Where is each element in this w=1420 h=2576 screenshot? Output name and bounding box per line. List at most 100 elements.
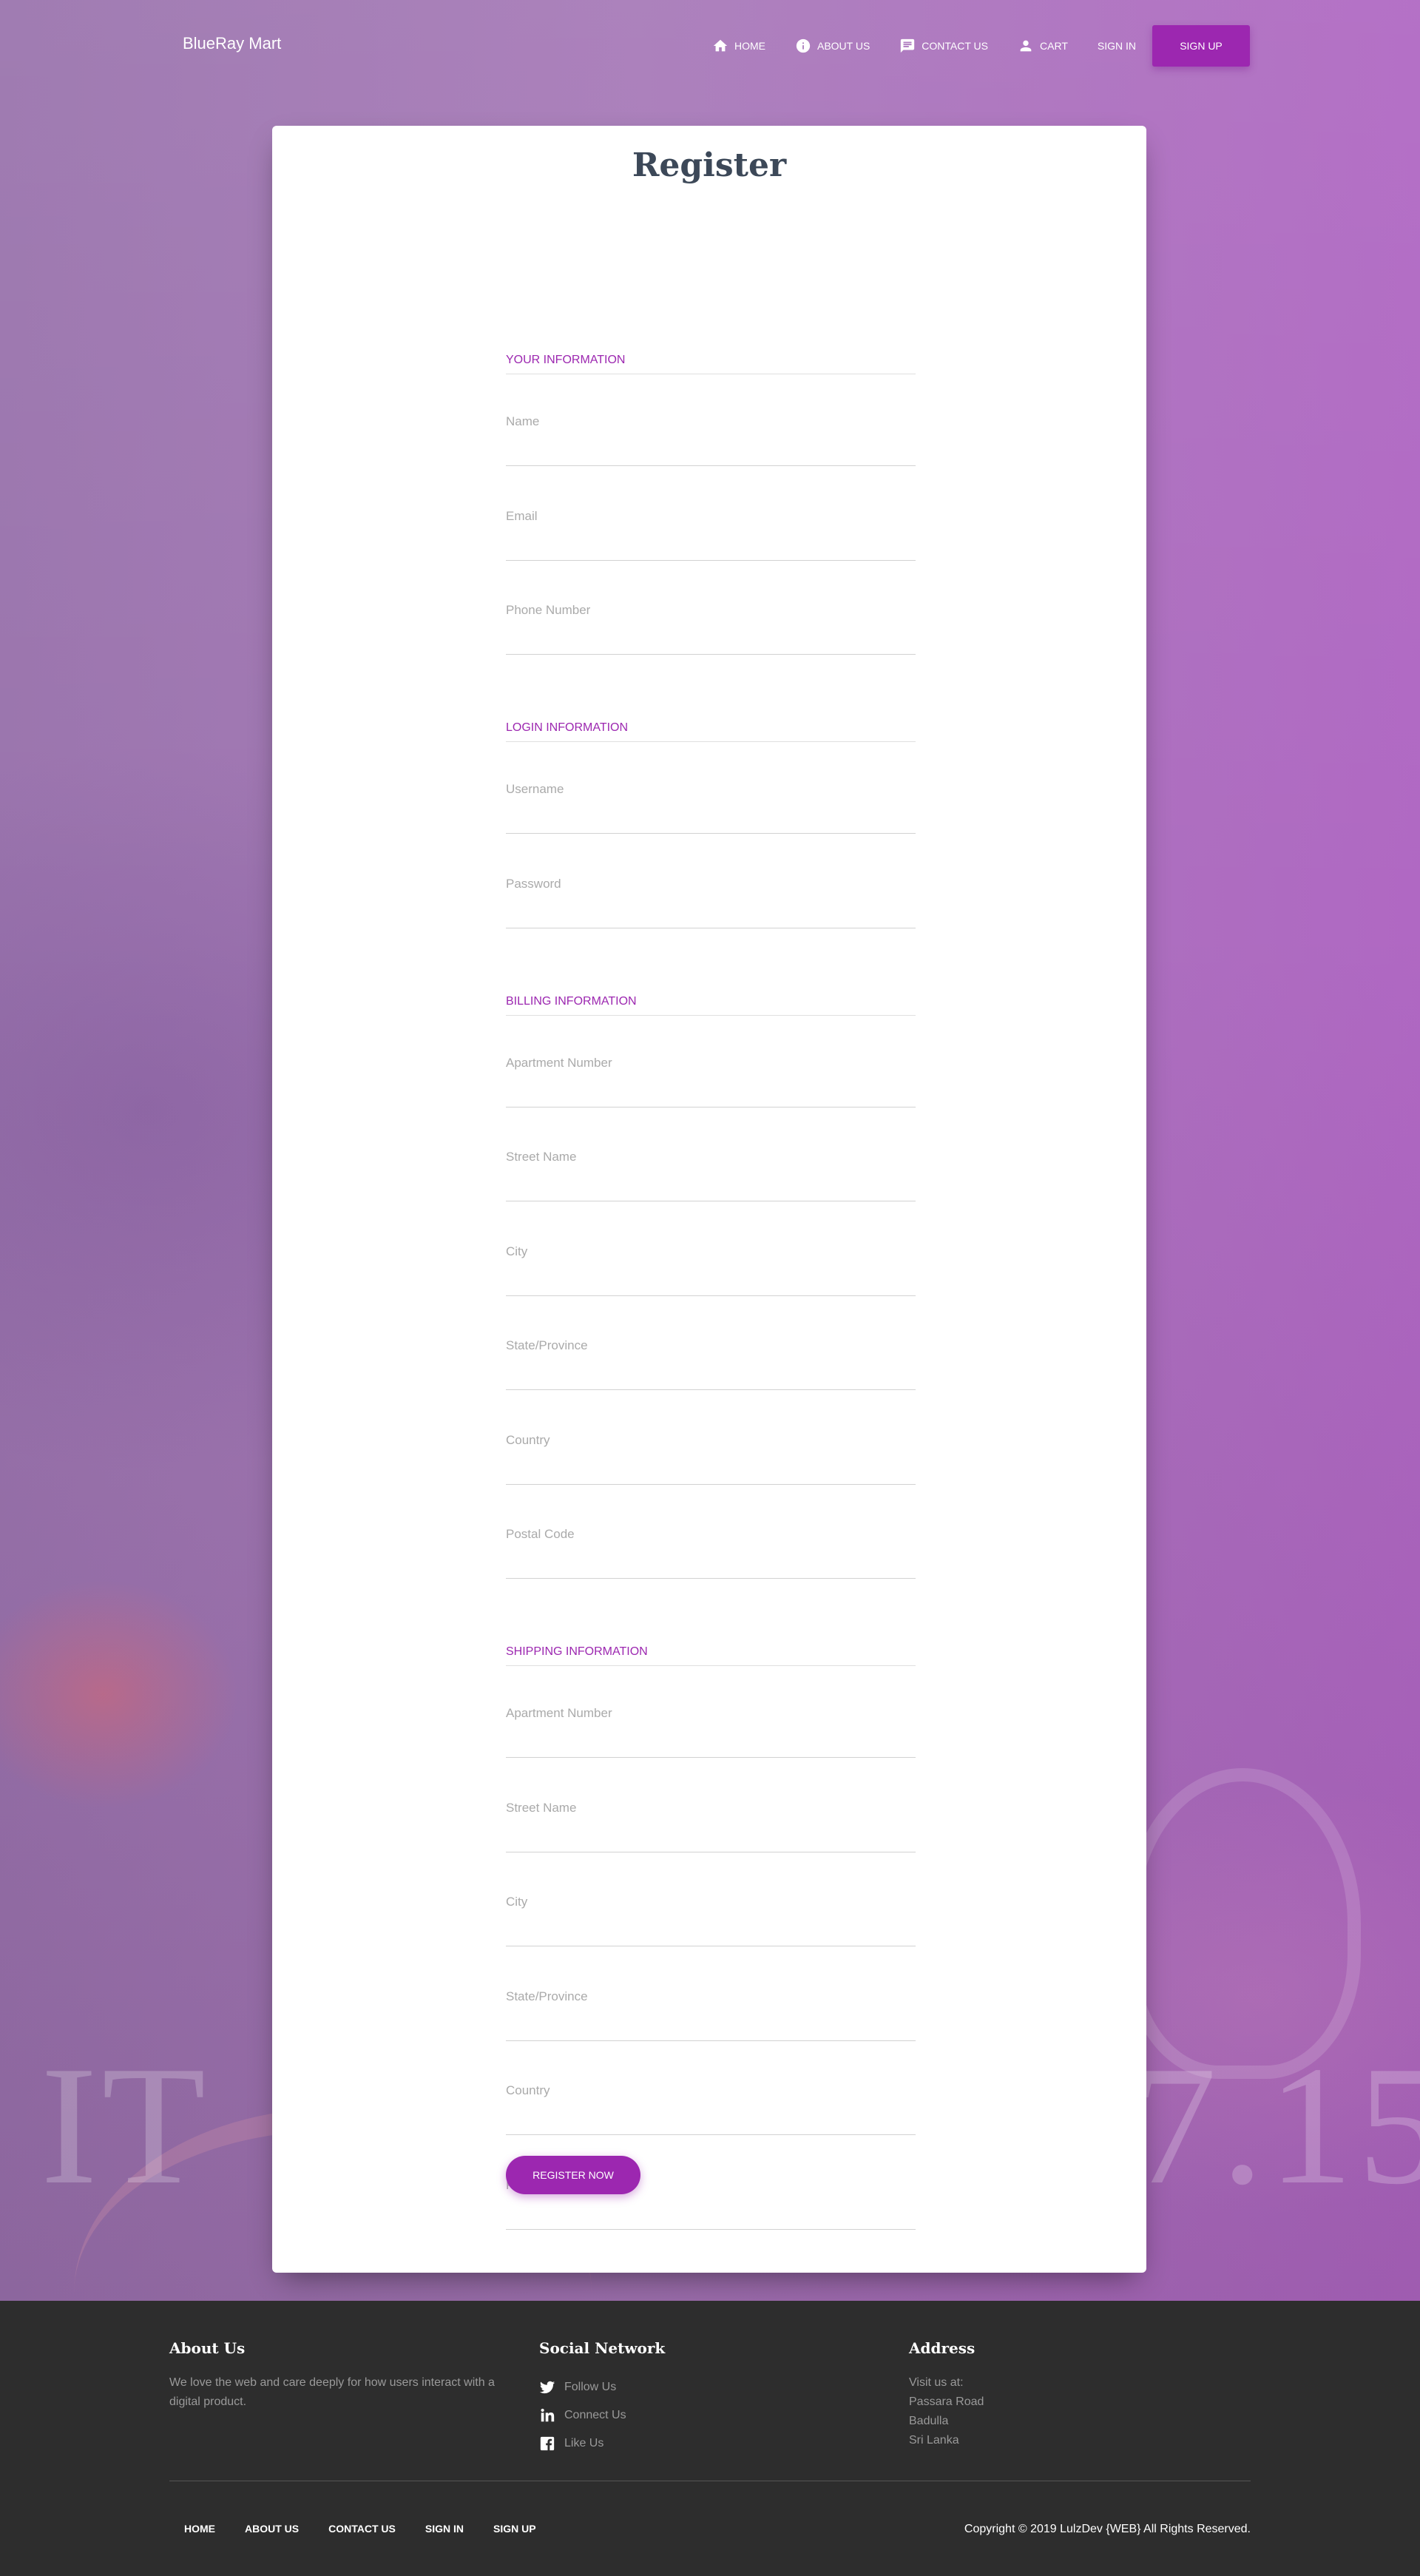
form-field: Street Name (506, 1801, 916, 1852)
nav-signin[interactable]: Sign In (1083, 31, 1151, 61)
form-field: Country (506, 1433, 916, 1485)
section-heading: Login Information (506, 717, 916, 742)
nav-home-label: Home (734, 40, 765, 52)
form-field: Street Name (506, 1150, 916, 1201)
footer-about: About Us We love the web and care deeply… (169, 2339, 510, 2412)
footer-link-contact[interactable]: Contact Us (314, 2515, 410, 2542)
footer-about-heading: About Us (169, 2339, 246, 2357)
signup-button[interactable]: Sign Up (1152, 25, 1250, 67)
form-field: City (506, 1244, 916, 1296)
text-input[interactable] (506, 1732, 916, 1754)
twitter-icon (539, 2381, 555, 2394)
form-field: Email (506, 509, 916, 561)
navbar: BlueRay Mart Home About Us Contact Us Ca… (0, 0, 1420, 91)
info-icon (796, 38, 811, 53)
field-label: Password (506, 876, 561, 891)
nav-cart-label: Cart (1040, 40, 1068, 52)
person-icon (1020, 40, 1032, 52)
social-follow-link[interactable]: Follow Us (539, 2373, 835, 2401)
text-input[interactable] (506, 902, 916, 925)
field-label: State/Province (506, 1989, 588, 2003)
chat-icon (901, 38, 915, 53)
brand-logo[interactable]: BlueRay Mart (183, 34, 281, 53)
home-icon (713, 39, 728, 52)
section-heading: Billing Information (506, 991, 916, 1016)
text-input[interactable] (506, 1553, 916, 1575)
form-field: Postal Code (506, 1527, 916, 1579)
field-label: Username (506, 782, 564, 796)
social-follow-label: Follow Us (564, 2381, 617, 2393)
footer-address: Address Visit us at: Passara Road Badull… (909, 2339, 1205, 2450)
nav-home[interactable]: Home (697, 29, 780, 63)
text-input[interactable] (506, 629, 916, 651)
field-label: Apartment Number (506, 1706, 612, 1720)
footer-link-home[interactable]: Home (169, 2515, 230, 2542)
address-line: Passara Road (909, 2395, 984, 2408)
social-connect-label: Connect Us (564, 2409, 626, 2421)
text-input[interactable] (506, 1458, 916, 1481)
text-input[interactable] (506, 1826, 916, 1849)
form-field: Apartment Number (506, 1706, 916, 1758)
field-label: Street Name (506, 1150, 577, 1164)
form-field: City (506, 1895, 916, 1946)
nav-contact-label: Contact Us (922, 40, 989, 52)
field-label: City (506, 1895, 528, 1909)
text-input[interactable] (506, 1364, 916, 1386)
footer-link-signup[interactable]: Sign Up (479, 2515, 551, 2542)
facebook-icon (540, 2436, 555, 2451)
footer-link-about[interactable]: About Us (230, 2515, 314, 2542)
form-field: Country (506, 2083, 916, 2135)
text-input[interactable] (506, 808, 916, 830)
address-line: Visit us at: (909, 2376, 964, 2389)
field-label: Country (506, 2083, 550, 2097)
text-input[interactable] (506, 2014, 916, 2037)
text-input[interactable] (506, 1270, 916, 1292)
nav-cart[interactable]: Cart (1003, 29, 1083, 63)
nav-contact[interactable]: Contact Us (885, 29, 1003, 63)
field-label: Apartment Number (506, 1055, 612, 1070)
background-text: IT (41, 2031, 211, 2219)
footer: About Us We love the web and care deeply… (0, 2301, 1420, 2576)
footer-address-heading: Address (909, 2339, 976, 2357)
field-label: Country (506, 1432, 550, 1447)
form-field: Password (506, 877, 916, 928)
footer-nav: Home About Us Contact Us Sign In Sign Up (169, 2515, 551, 2542)
nav-menu: Home About Us Contact Us Cart Sign In Si… (697, 25, 1250, 67)
section-heading: Shipping Information (506, 1641, 916, 1666)
register-now-button[interactable]: Register Now (506, 2156, 640, 2194)
footer-link-signin[interactable]: Sign In (410, 2515, 479, 2542)
background-text: 7.15 (1132, 2031, 1420, 2219)
nav-about[interactable]: About Us (780, 29, 885, 63)
text-input[interactable] (506, 440, 916, 462)
field-label: State/Province (506, 1338, 588, 1352)
text-input[interactable] (506, 534, 916, 557)
footer-about-text: We love the web and care deeply for how … (169, 2376, 495, 2408)
field-label: Name (506, 414, 540, 428)
field-label: Postal Code (506, 1527, 575, 1541)
social-like-link[interactable]: Like Us (539, 2430, 835, 2458)
form-field: Apartment Number (506, 1056, 916, 1107)
address-line: Badulla (909, 2415, 949, 2427)
text-input[interactable] (506, 2203, 916, 2226)
register-card: Register Your Information Name Email Phone … (272, 126, 1146, 2273)
text-input[interactable] (506, 2109, 916, 2131)
text-input[interactable] (506, 1176, 916, 1198)
nav-signin-label: Sign In (1097, 40, 1136, 52)
copyright-text: Copyright © 2019 LulzDev {WEB} All Right… (964, 2523, 1251, 2535)
address-line: Sri Lanka (909, 2434, 959, 2447)
field-label: Phone Number (506, 603, 591, 617)
field-label: City (506, 1244, 528, 1258)
social-like-label: Like Us (564, 2437, 604, 2449)
footer-social-heading: Social Network (539, 2339, 666, 2357)
nav-about-label: About Us (816, 40, 870, 52)
field-label: Street Name (506, 1800, 577, 1815)
section-heading: Your Information (506, 349, 916, 374)
text-input[interactable] (506, 1081, 916, 1104)
social-connect-link[interactable]: Connect Us (539, 2401, 835, 2430)
footer-social: Social Network Follow Us Connect Us Like… (539, 2339, 835, 2458)
linkedin-icon (541, 2408, 555, 2422)
form-field: Name (506, 414, 916, 466)
form-field: State/Province (506, 1338, 916, 1390)
text-input[interactable] (506, 1921, 916, 1943)
page-title: Register (632, 146, 787, 184)
